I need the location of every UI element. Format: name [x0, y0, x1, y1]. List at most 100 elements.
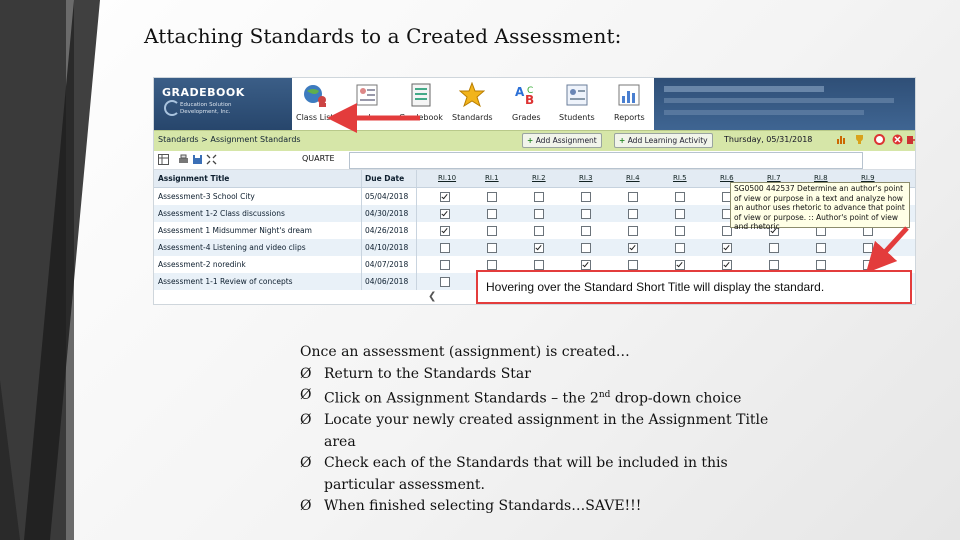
logo-subtitle: Education Solution Development, Inc. — [180, 102, 232, 115]
standard-checkbox[interactable] — [487, 192, 497, 202]
nav-reports[interactable]: Reports — [614, 82, 645, 122]
close-icon[interactable] — [892, 134, 903, 145]
chart-icon[interactable] — [836, 134, 847, 145]
trophy-icon[interactable] — [854, 134, 865, 145]
reports-icon — [618, 84, 640, 106]
standard-checkbox[interactable] — [581, 226, 591, 236]
step-text-rest: drop-down choice — [610, 390, 742, 407]
current-date: Thursday, 05/31/2018 — [724, 135, 813, 144]
standard-checkbox[interactable] — [440, 277, 450, 287]
gradebook-logo: GRADEBOOK Education Solution Development… — [154, 78, 292, 130]
help-lifebuoy-icon[interactable] — [874, 134, 885, 145]
col-standard[interactable]: RI.5 — [673, 174, 687, 182]
assignment-title-cell: Assessment 1-1 Review of concepts — [158, 277, 293, 286]
standard-checkbox[interactable] — [769, 260, 779, 270]
nav-class-list[interactable]: Class List — [296, 82, 334, 122]
due-date-cell: 04/30/2018 — [365, 209, 409, 218]
standard-checkbox[interactable] — [534, 192, 544, 202]
list-item: Ø Click on Assignment Standards – the 2nd… — [300, 385, 780, 410]
standard-checkbox[interactable] — [863, 260, 873, 270]
standard-checkbox[interactable] — [440, 226, 450, 236]
step-text: When finished selecting Standards…SAVE!!… — [324, 498, 642, 515]
standard-checkbox[interactable] — [628, 226, 638, 236]
standard-checkbox[interactable] — [628, 260, 638, 270]
print-icon[interactable] — [178, 154, 189, 165]
students-icon — [566, 84, 588, 106]
standard-checkbox[interactable] — [440, 260, 450, 270]
slide-title: Attaching Standards to a Created Assessm… — [144, 24, 622, 48]
assignment-title-cell: Assessment-4 Listening and video clips — [158, 243, 306, 252]
nav-label: Attendance — [344, 113, 390, 122]
standard-checkbox[interactable] — [487, 226, 497, 236]
standard-checkbox[interactable] — [534, 226, 544, 236]
standard-checkbox[interactable] — [581, 192, 591, 202]
standard-checkbox[interactable] — [722, 260, 732, 270]
col-standard[interactable]: RI.10 — [438, 174, 456, 182]
col-standard[interactable]: RI.9 — [861, 174, 875, 182]
standard-checkbox[interactable] — [769, 243, 779, 253]
assignment-title-cell: Assessment-3 School City — [158, 192, 255, 201]
col-standard[interactable]: RI.6 — [720, 174, 734, 182]
standard-checkbox[interactable] — [816, 260, 826, 270]
nav-grades[interactable]: ABC Grades — [512, 82, 541, 122]
standard-checkbox[interactable] — [816, 243, 826, 253]
app-header: GRADEBOOK Education Solution Development… — [154, 78, 915, 130]
standard-checkbox[interactable] — [675, 243, 685, 253]
due-date-cell: 04/07/2018 — [365, 260, 409, 269]
standard-checkbox[interactable] — [628, 209, 638, 219]
steps-list: Ø Return to the Standards Star Ø Click on … — [300, 364, 780, 518]
grid-icon[interactable] — [158, 154, 169, 165]
standard-checkbox[interactable] — [487, 260, 497, 270]
assignment-title-cell: Assessment 1 Midsummer Night's dream — [158, 226, 312, 235]
nav-label: Gradebook — [399, 113, 443, 122]
assignment-title-cell: Assessment-2 noredink — [158, 260, 246, 269]
nav-gradebook[interactable]: Gradebook — [399, 82, 443, 122]
standard-checkbox[interactable] — [581, 209, 591, 219]
standard-checkbox[interactable] — [675, 226, 685, 236]
standard-checkbox[interactable] — [581, 243, 591, 253]
star-icon — [458, 81, 486, 108]
grades-icon: ABC — [515, 85, 534, 107]
breadcrumb[interactable]: Standards > Assignment Standards — [158, 135, 301, 144]
col-standard[interactable]: RI.3 — [579, 174, 593, 182]
due-date-cell: 04/26/2018 — [365, 226, 409, 235]
standard-checkbox[interactable] — [675, 192, 685, 202]
standard-checkbox[interactable] — [534, 209, 544, 219]
standard-checkbox[interactable] — [534, 243, 544, 253]
col-standard[interactable]: RI.8 — [814, 174, 828, 182]
standard-checkbox[interactable] — [440, 209, 450, 219]
arrow-bullet-icon: Ø — [300, 455, 312, 472]
col-standard[interactable]: RI.1 — [485, 174, 499, 182]
standard-checkbox[interactable] — [675, 209, 685, 219]
standard-checkbox[interactable] — [628, 192, 638, 202]
exit-icon[interactable] — [906, 134, 916, 145]
quarter-select[interactable]: QUARTE — [302, 154, 335, 163]
standard-checkbox[interactable] — [628, 243, 638, 253]
nav-label: Standards — [452, 113, 493, 122]
standard-checkbox[interactable] — [581, 260, 591, 270]
scroll-left-icon[interactable]: ❮ — [428, 291, 436, 302]
standard-checkbox[interactable] — [487, 243, 497, 253]
filter-input[interactable] — [349, 152, 863, 169]
due-date-cell: 04/06/2018 — [365, 277, 409, 286]
add-assignment-button[interactable]: + Add Assignment — [522, 133, 602, 148]
svg-text:A: A — [515, 85, 525, 99]
expand-icon[interactable] — [206, 154, 217, 165]
nav-attendance[interactable]: Attendance — [344, 82, 390, 122]
nav-students[interactable]: Students — [559, 82, 595, 122]
arrow-bullet-icon: Ø — [300, 387, 312, 403]
standard-checkbox[interactable] — [863, 243, 873, 253]
standard-checkbox[interactable] — [440, 192, 450, 202]
add-learning-activity-button[interactable]: + Add Learning Activity — [614, 133, 713, 148]
standard-checkbox[interactable] — [722, 243, 732, 253]
instructions: Once an assessment (assignment) is creat… — [300, 342, 780, 518]
col-standard[interactable]: RI.7 — [767, 174, 781, 182]
standard-checkbox[interactable] — [440, 243, 450, 253]
standard-checkbox[interactable] — [675, 260, 685, 270]
col-standard[interactable]: RI.2 — [532, 174, 546, 182]
save-icon[interactable] — [192, 154, 203, 165]
standard-checkbox[interactable] — [487, 209, 497, 219]
standard-checkbox[interactable] — [534, 260, 544, 270]
nav-standards[interactable]: Standards — [452, 81, 493, 122]
col-standard[interactable]: RI.4 — [626, 174, 640, 182]
